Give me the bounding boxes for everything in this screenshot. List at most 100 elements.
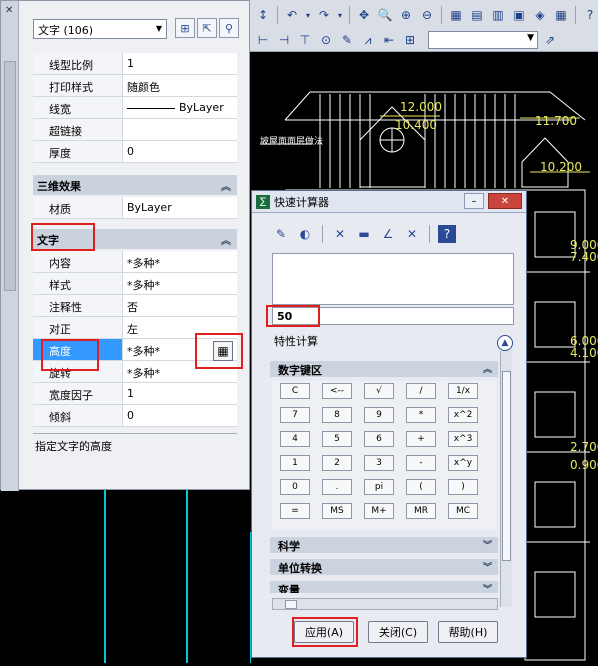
dim-linear-icon[interactable]: ⊢ bbox=[254, 31, 272, 49]
key-9[interactable]: 9 bbox=[364, 407, 394, 423]
key-memory-clear[interactable]: MC bbox=[448, 503, 478, 519]
scroll-thumb[interactable] bbox=[285, 600, 297, 609]
close-icon[interactable]: ✕ bbox=[5, 5, 13, 16]
key-memory-recall[interactable]: MR bbox=[406, 503, 436, 519]
prop-row-widthfactor[interactable]: 宽度因子 1 bbox=[33, 383, 237, 405]
section-science-header[interactable]: 科学 ︾ bbox=[270, 537, 498, 553]
prop-row-style[interactable]: 样式 *多种* bbox=[33, 273, 237, 295]
key-decimal[interactable]: . bbox=[322, 479, 352, 495]
key-6[interactable]: 6 bbox=[364, 431, 394, 447]
chevron-down-icon[interactable]: ▾ bbox=[304, 6, 312, 24]
key-equals[interactable]: = bbox=[280, 503, 310, 519]
key-square[interactable]: x^2 bbox=[448, 407, 478, 423]
key-clear[interactable]: C bbox=[280, 383, 310, 399]
calc-vertical-scrollbar[interactable] bbox=[500, 351, 512, 607]
properties-icon[interactable]: ▦ bbox=[447, 6, 465, 24]
section-vars-header[interactable]: 变量 ︾ bbox=[270, 581, 498, 593]
redo-icon[interactable]: ↷ bbox=[315, 6, 333, 24]
dim-style-select[interactable]: ▼ bbox=[428, 31, 538, 49]
key-power[interactable]: x^y bbox=[448, 455, 478, 471]
toolbar-row-1: ↕ ↶ ▾ ↷ ▾ ✥ 🔍 ⊕ ⊖ ▦ ▤ ▥ ▣ ◈ ▦ ? bbox=[250, 2, 598, 28]
key-5[interactable]: 5 bbox=[322, 431, 352, 447]
key-sqrt[interactable]: √ bbox=[364, 383, 394, 399]
key-cube[interactable]: x^3 bbox=[448, 431, 478, 447]
key-8[interactable]: 8 bbox=[322, 407, 352, 423]
arrow-icon[interactable]: ↕ bbox=[254, 6, 272, 24]
scroll-thumb[interactable] bbox=[502, 371, 511, 561]
dim-style-dialog-icon[interactable]: ⇗ bbox=[541, 31, 559, 49]
clear-history-icon[interactable]: ◐ bbox=[296, 225, 314, 243]
key-pi[interactable]: pi bbox=[364, 479, 394, 495]
help-icon[interactable]: ? bbox=[438, 225, 456, 243]
calculator-icon[interactable]: ▦ bbox=[552, 6, 570, 24]
minimize-button[interactable]: – bbox=[464, 193, 484, 209]
prop-row-contents[interactable]: 内容 *多种* bbox=[33, 251, 237, 273]
prop-row-lineweight[interactable]: 线宽 ByLayer bbox=[33, 97, 237, 119]
group-title: 三维效果 bbox=[37, 180, 81, 193]
key-plus[interactable]: + bbox=[406, 431, 436, 447]
dim-edit-icon[interactable]: ✎ bbox=[338, 31, 356, 49]
key-open-paren[interactable]: ( bbox=[406, 479, 436, 495]
toggle-pickadd-button[interactable]: ⊞ bbox=[175, 18, 195, 38]
sheet-set-icon[interactable]: ▣ bbox=[510, 6, 528, 24]
key-close-paren[interactable]: ) bbox=[448, 479, 478, 495]
section-keypad-header[interactable]: 数字键区 ︽ bbox=[270, 361, 498, 377]
dim-continue-icon[interactable]: ⊤ bbox=[296, 31, 314, 49]
prop-value: 0 bbox=[127, 409, 134, 422]
select-objects-button[interactable]: ⇱ bbox=[197, 18, 217, 38]
intersection-icon[interactable]: ✕ bbox=[403, 225, 421, 243]
chevron-down-icon[interactable]: ▾ bbox=[336, 6, 344, 24]
pan-icon[interactable]: ✥ bbox=[355, 6, 373, 24]
palette-scrollbar[interactable] bbox=[4, 61, 16, 291]
zoom-window-icon[interactable]: ⊕ bbox=[397, 6, 415, 24]
prop-row-oblique[interactable]: 倾斜 0 bbox=[33, 405, 237, 427]
dim-aligned-icon[interactable]: ⊣ bbox=[275, 31, 293, 49]
prop-row-hyperlink[interactable]: 超链接 bbox=[33, 119, 237, 141]
dim-update-icon[interactable]: ⇤ bbox=[380, 31, 398, 49]
angle-icon[interactable]: ∠ bbox=[379, 225, 397, 243]
prop-row-plotstyle[interactable]: 打印样式 随颜色 bbox=[33, 75, 237, 97]
key-reciprocal[interactable]: 1/x bbox=[448, 383, 478, 399]
section-units-header[interactable]: 单位转换 ︾ bbox=[270, 559, 498, 575]
key-memory-add[interactable]: M+ bbox=[364, 503, 394, 519]
dim-style-icon[interactable]: ⊞ bbox=[401, 31, 419, 49]
calc-horizontal-scrollbar[interactable] bbox=[272, 598, 498, 610]
clear-icon[interactable]: ✎ bbox=[272, 225, 290, 243]
key-memory-store[interactable]: MS bbox=[322, 503, 352, 519]
close-button[interactable]: ✕ bbox=[488, 193, 522, 209]
key-2[interactable]: 2 bbox=[322, 455, 352, 471]
dim-center-icon[interactable]: ⊙ bbox=[317, 31, 335, 49]
dialog-titlebar[interactable]: ∑ 快速计算器 – ✕ bbox=[252, 191, 526, 213]
get-coordinates-icon[interactable]: ✕ bbox=[331, 225, 349, 243]
zoom-previous-icon[interactable]: ⊖ bbox=[418, 6, 436, 24]
prop-row-annotative[interactable]: 注释性 否 bbox=[33, 295, 237, 317]
prop-row-thickness[interactable]: 厚度 0 bbox=[33, 141, 237, 163]
key-multiply[interactable]: * bbox=[406, 407, 436, 423]
key-3[interactable]: 3 bbox=[364, 455, 394, 471]
key-backspace[interactable]: <-- bbox=[322, 383, 352, 399]
markup-icon[interactable]: ◈ bbox=[531, 6, 549, 24]
quick-select-button[interactable]: ⚲ bbox=[219, 18, 239, 38]
key-minus[interactable]: - bbox=[406, 455, 436, 471]
collapse-all-button[interactable]: ▲ bbox=[497, 335, 513, 351]
filter-icon: ⚲ bbox=[224, 21, 234, 35]
prop-row-ltscale[interactable]: 线型比例 1 bbox=[33, 53, 237, 75]
group-3d-header[interactable]: 三维效果 ︽ bbox=[33, 175, 237, 195]
key-1[interactable]: 1 bbox=[280, 455, 310, 471]
close-dialog-button[interactable]: 关闭(C) bbox=[368, 621, 428, 643]
key-divide[interactable]: / bbox=[406, 383, 436, 399]
prop-row-material[interactable]: 材质 ByLayer bbox=[33, 197, 237, 219]
help-icon[interactable]: ? bbox=[581, 6, 598, 24]
dim-tedit-icon[interactable]: ⩘ bbox=[359, 31, 377, 49]
help-button[interactable]: 帮助(H) bbox=[438, 621, 498, 643]
calc-history-area[interactable] bbox=[272, 253, 514, 305]
distance-icon[interactable]: ▬ bbox=[355, 225, 373, 243]
undo-icon[interactable]: ↶ bbox=[283, 6, 301, 24]
tool-palette-icon[interactable]: ▥ bbox=[489, 6, 507, 24]
design-center-icon[interactable]: ▤ bbox=[468, 6, 486, 24]
key-4[interactable]: 4 bbox=[280, 431, 310, 447]
object-type-select[interactable]: 文字 (106) ▼ bbox=[33, 19, 167, 39]
key-7[interactable]: 7 bbox=[280, 407, 310, 423]
key-0[interactable]: 0 bbox=[280, 479, 310, 495]
zoom-realtime-icon[interactable]: 🔍 bbox=[376, 6, 394, 24]
